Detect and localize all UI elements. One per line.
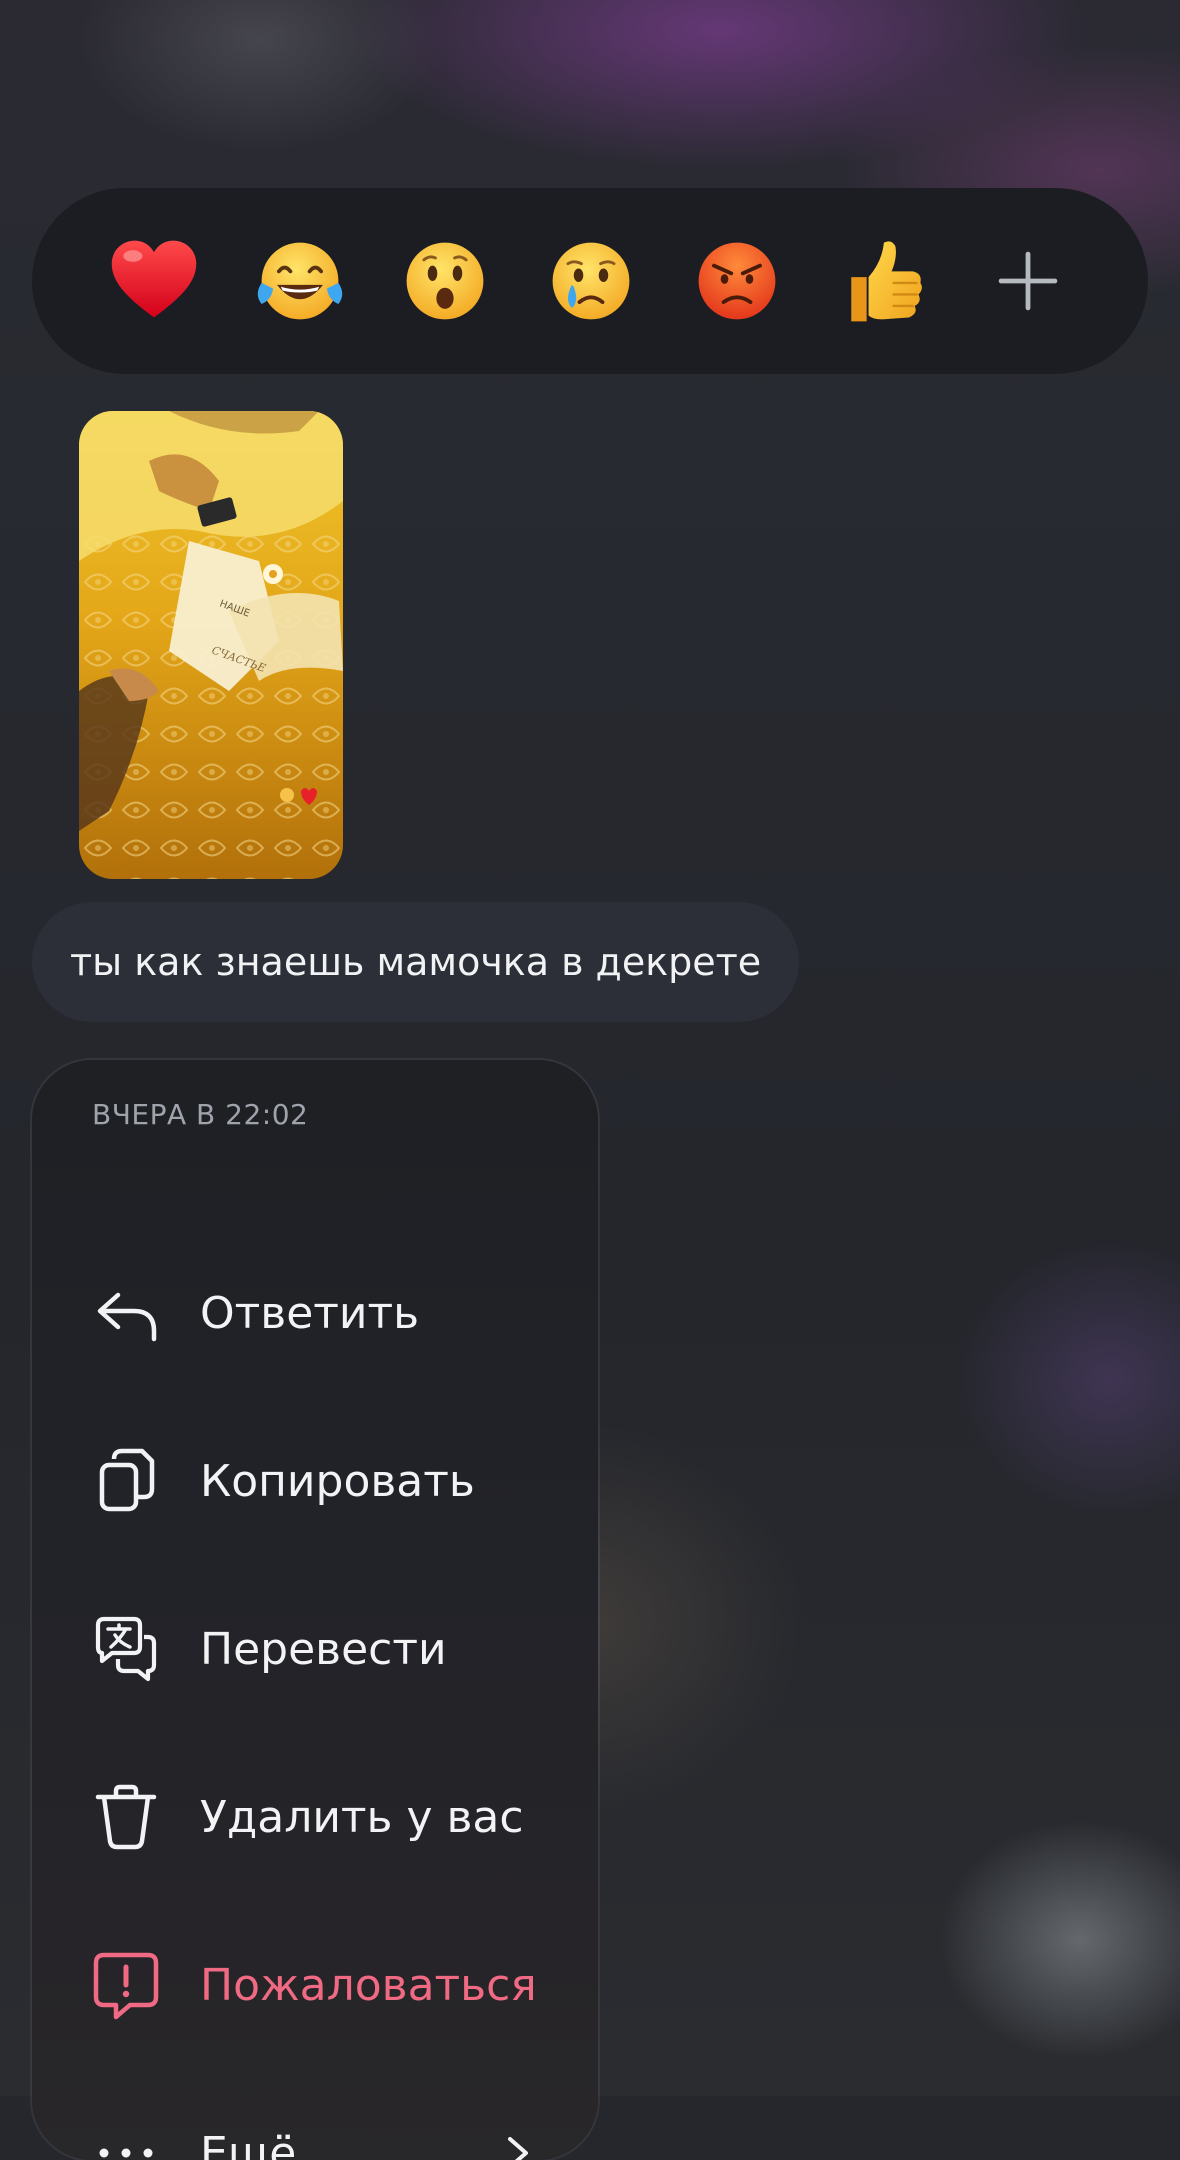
reaction-bar xyxy=(32,188,1148,374)
reaction-crying[interactable] xyxy=(541,231,641,331)
reaction-laughing[interactable] xyxy=(250,231,350,331)
laughing-emoji-icon xyxy=(252,233,348,329)
menu-item-delete-label: Удалить у вас xyxy=(200,1792,524,1843)
photo-attachment[interactable]: НАШЕ СЧАСТЬЕ xyxy=(79,411,343,879)
message-text: ты как знаешь мамочка в декрете xyxy=(70,940,761,984)
add-reaction-button[interactable] xyxy=(978,231,1078,331)
context-menu: ВЧЕРА В 22:02 Ответить Копировать П xyxy=(32,1060,598,2160)
crying-emoji-icon xyxy=(543,233,639,329)
translate-icon xyxy=(90,1613,162,1685)
menu-item-report-label: Пожаловаться xyxy=(200,1960,537,2011)
message-timestamp: ВЧЕРА В 22:02 xyxy=(92,1098,308,1131)
reaction-surprised[interactable] xyxy=(395,231,495,331)
menu-item-translate-label: Перевести xyxy=(200,1624,447,1675)
report-icon xyxy=(90,1949,162,2021)
menu-item-copy[interactable]: Копировать xyxy=(32,1421,598,1541)
plus-icon xyxy=(980,233,1076,329)
heart-emoji-icon xyxy=(106,233,202,329)
menu-item-reply[interactable]: Ответить xyxy=(32,1253,598,1373)
menu-item-reply-label: Ответить xyxy=(200,1288,419,1339)
reaction-angry[interactable] xyxy=(687,231,787,331)
thumbs-up-emoji-icon xyxy=(834,233,930,329)
menu-item-copy-label: Копировать xyxy=(200,1456,475,1507)
reaction-thumbs-up[interactable] xyxy=(832,231,932,331)
menu-item-report[interactable]: Пожаловаться xyxy=(32,1925,598,2045)
message-bubble: ты как знаешь мамочка в декрете xyxy=(32,902,799,1022)
angry-emoji-icon xyxy=(689,233,785,329)
menu-item-delete[interactable]: Удалить у вас xyxy=(32,1757,598,1877)
chevron-right-icon xyxy=(498,2133,538,2160)
reply-arrow-icon xyxy=(90,1277,162,1349)
trash-icon xyxy=(90,1781,162,1853)
copy-icon xyxy=(90,1445,162,1517)
surprised-emoji-icon xyxy=(397,233,493,329)
reaction-heart[interactable] xyxy=(104,231,204,331)
menu-item-translate[interactable]: Перевести xyxy=(32,1589,598,1709)
menu-item-more-label: Ещё xyxy=(200,2128,296,2160)
menu-item-more[interactable]: Ещё xyxy=(32,2093,598,2160)
photo-image: НАШЕ СЧАСТЬЕ xyxy=(79,411,343,879)
more-dots-icon xyxy=(90,2117,162,2160)
